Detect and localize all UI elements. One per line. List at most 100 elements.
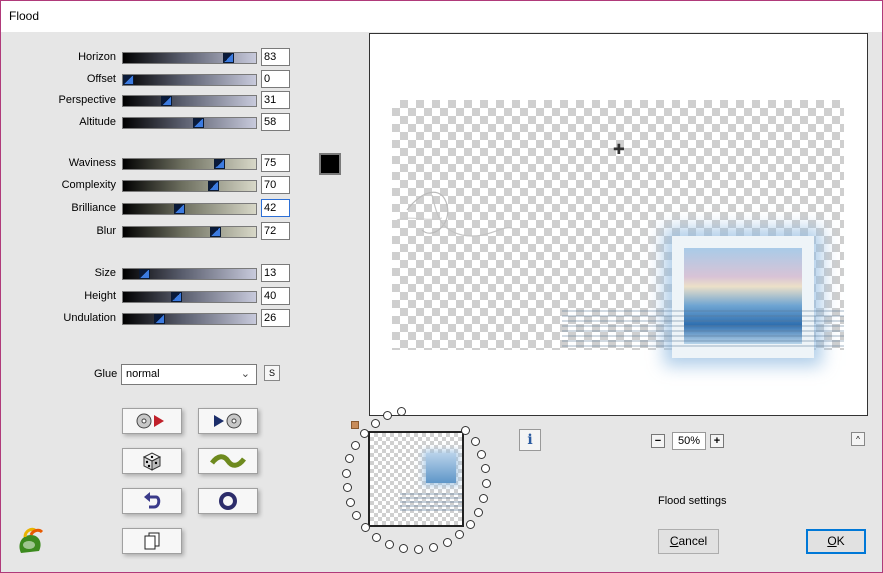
zoom-level: 50% [672, 432, 706, 450]
navigator-ring-dot [351, 441, 360, 450]
undulation-slider[interactable] [122, 313, 257, 325]
brilliance-label: Brilliance [71, 202, 116, 214]
complexity-slider[interactable] [122, 180, 257, 192]
arrow-disc-icon [214, 413, 242, 429]
horizon-input[interactable]: 83 [261, 48, 290, 66]
navigator-ring-dot [482, 479, 491, 488]
copy-button[interactable] [122, 528, 182, 554]
ring-icon [219, 492, 237, 510]
undulation-row: Undulation 26 [1, 309, 301, 329]
navigator-ring-dot [371, 419, 380, 428]
brilliance-row: Brilliance 42 [1, 199, 301, 219]
navigator-ring-dot [360, 429, 369, 438]
height-input[interactable]: 40 [261, 287, 290, 305]
brilliance-input[interactable]: 42 [261, 199, 290, 217]
undulation-label: Undulation [63, 312, 116, 324]
plugin-logo-icon [15, 527, 45, 555]
size-input[interactable]: 13 [261, 264, 290, 282]
undo-arrow-icon [144, 492, 161, 509]
altitude-slider-thumb[interactable] [193, 118, 204, 128]
undulation-input[interactable]: 26 [261, 309, 290, 327]
navigator-ring-dot [471, 437, 480, 446]
waviness-label: Waviness [68, 157, 116, 169]
zoom-in-button[interactable]: + [710, 434, 724, 448]
navigator-ring-dot [429, 543, 438, 552]
navigator-ring-dot [343, 483, 352, 492]
transparency-checkerboard [392, 100, 844, 358]
altitude-slider[interactable] [122, 117, 257, 129]
navigator-thumbnail[interactable] [368, 431, 464, 527]
offset-input[interactable]: 0 [261, 70, 290, 88]
horizon-slider[interactable] [122, 52, 257, 64]
blur-slider-thumb[interactable] [210, 227, 221, 237]
horizon-row: Horizon 83 [1, 48, 301, 68]
complexity-slider-thumb[interactable] [208, 181, 219, 191]
offset-slider-thumb[interactable] [123, 75, 134, 85]
blur-label: Blur [96, 225, 116, 237]
offset-slider[interactable] [122, 74, 257, 86]
navigator-ring-dot [466, 520, 475, 529]
complexity-input[interactable]: 70 [261, 176, 290, 194]
waviness-slider-thumb[interactable] [214, 159, 225, 169]
random-button[interactable] [122, 448, 182, 474]
perspective-slider[interactable] [122, 95, 257, 107]
navigator-ring-dot [461, 426, 470, 435]
disc-arrow-icon [136, 413, 164, 429]
navigator-ring-dot [342, 469, 351, 478]
height-slider[interactable] [122, 291, 257, 303]
load-preset-button[interactable] [122, 408, 182, 434]
glue-select[interactable]: normal ⌄ [121, 364, 257, 385]
waviness-row: Waviness 75 [1, 154, 301, 174]
blur-row: Blur 72 [1, 222, 301, 242]
navigator-ring-dot [352, 511, 361, 520]
blur-slider[interactable] [122, 226, 257, 238]
size-label: Size [94, 267, 116, 279]
height-label: Height [84, 290, 116, 302]
info-button[interactable]: i [519, 429, 541, 451]
preview-canvas[interactable]: ✚ [369, 33, 868, 416]
perspective-slider-thumb[interactable] [161, 96, 172, 106]
brilliance-slider-thumb[interactable] [174, 204, 185, 214]
waviness-input[interactable]: 75 [261, 154, 290, 172]
size-slider-thumb[interactable] [139, 269, 150, 279]
navigator-ring-dot [372, 533, 381, 542]
blur-input[interactable]: 72 [261, 222, 290, 240]
complexity-row: Complexity 70 [1, 176, 301, 196]
undulation-slider-thumb[interactable] [154, 314, 165, 324]
ok-label: K [836, 534, 845, 548]
ok-button[interactable]: OK [806, 529, 866, 554]
navigator-ring-dot [414, 545, 423, 554]
waviness-slider[interactable] [122, 158, 257, 170]
navigator-ring-dot [361, 523, 370, 532]
water-reflection [562, 310, 844, 350]
wave-button[interactable] [198, 448, 258, 474]
reset-button[interactable] [198, 488, 258, 514]
navigator-ring-dot [477, 450, 486, 459]
size-row: Size 13 [1, 264, 301, 284]
horizon-slider-thumb[interactable] [223, 53, 234, 63]
undo-button[interactable] [122, 488, 182, 514]
navigator-handle[interactable] [351, 421, 359, 429]
color-swatch[interactable] [319, 153, 341, 175]
navigator-image-preview [426, 453, 456, 483]
collapse-button[interactable]: ^ [851, 432, 865, 446]
navigator-ring-dot [443, 538, 452, 547]
glue-s-button[interactable]: S [264, 365, 280, 381]
copy-pages-icon [144, 532, 160, 550]
save-preset-button[interactable] [198, 408, 258, 434]
size-slider[interactable] [122, 268, 257, 280]
height-slider-thumb[interactable] [171, 292, 182, 302]
navigator-ring-dot [346, 498, 355, 507]
navigator-reflection [400, 493, 462, 513]
navigator-ring-dot [399, 544, 408, 553]
perspective-row: Perspective 31 [1, 91, 301, 111]
zoom-out-button[interactable]: − [651, 434, 665, 448]
altitude-row: Altitude 58 [1, 113, 301, 133]
title-bar[interactable]: Flood [1, 1, 882, 32]
chevron-down-icon: ⌄ [240, 368, 250, 380]
wave-icon [210, 454, 246, 468]
perspective-input[interactable]: 31 [261, 91, 290, 109]
cancel-button[interactable]: Cancel [658, 529, 719, 554]
altitude-input[interactable]: 58 [261, 113, 290, 131]
brilliance-slider[interactable] [122, 203, 257, 215]
